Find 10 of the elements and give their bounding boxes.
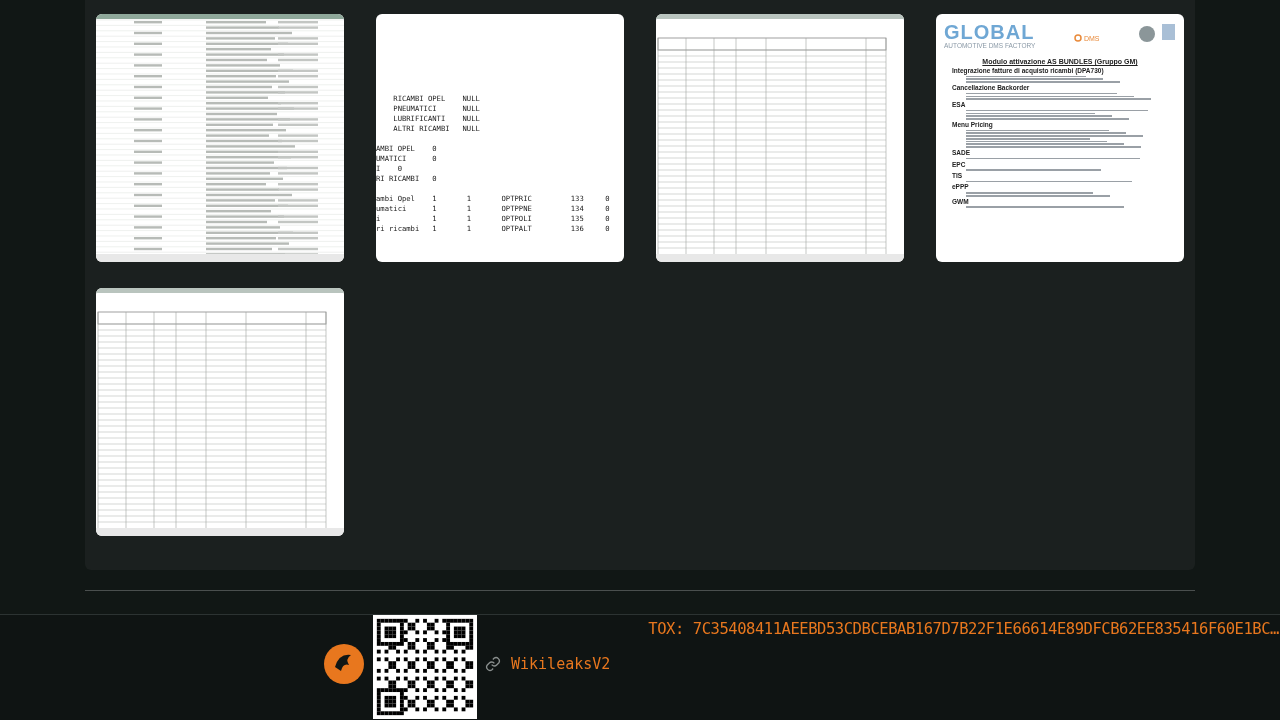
phoenix-logo-icon	[323, 643, 365, 685]
document-thumbnail[interactable]	[656, 14, 904, 262]
document-thumbnail[interactable]	[96, 288, 344, 536]
link-icon	[485, 656, 501, 672]
wikileaks-link[interactable]: WikileaksV2	[485, 655, 611, 673]
document-thumbnail[interactable]	[96, 14, 344, 262]
company-logo: GLOBAL	[944, 22, 1036, 42]
tox-id: TOX: 7C35408411AEEBD53CDBCEBAB167D7B22F1E66614E89DFCB62EE835416F60E1BC…	[648, 620, 1279, 638]
document-thumbnail[interactable]	[376, 14, 624, 262]
ring-icon	[1073, 34, 1082, 42]
